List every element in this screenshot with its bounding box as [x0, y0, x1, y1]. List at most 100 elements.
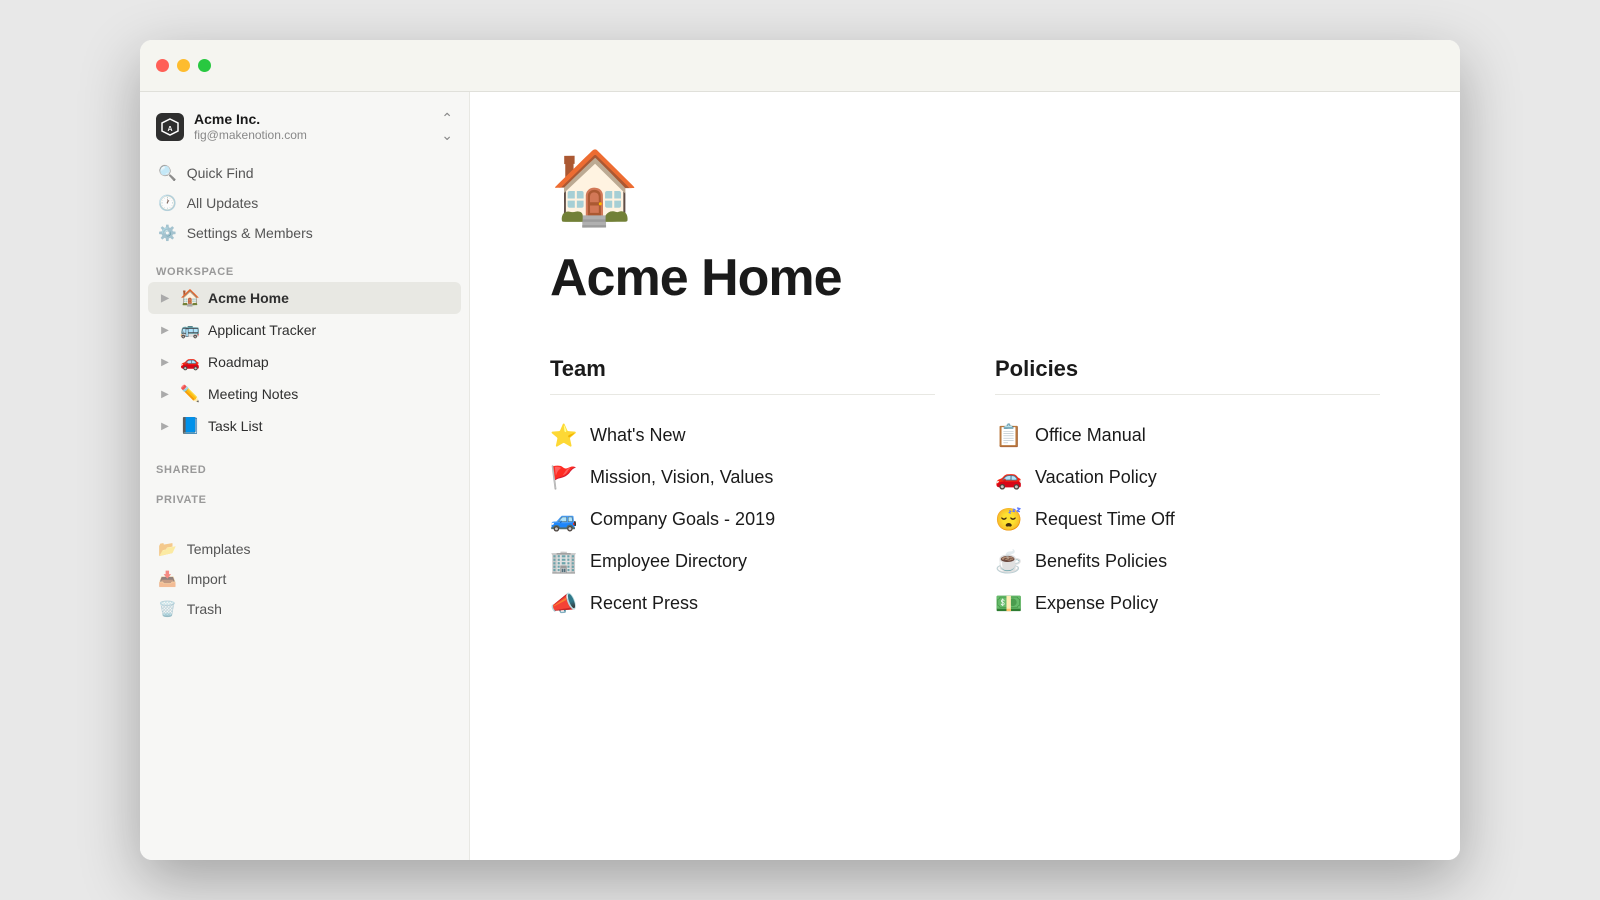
employee-directory-link[interactable]: 🏢 Employee Directory	[550, 541, 935, 583]
benefits-policies-label: Benefits Policies	[1035, 549, 1167, 574]
import-label: Import	[187, 571, 227, 587]
traffic-lights	[156, 59, 211, 72]
roadmap-icon: 🚗	[180, 352, 200, 372]
workspace-text: Acme Inc. fig@makenotion.com	[194, 110, 307, 144]
workspace-header: A Acme Inc. fig@makenotion.com ⌃⌄	[140, 92, 469, 158]
app-body: A Acme Inc. fig@makenotion.com ⌃⌄ 🔍 Quic…	[140, 92, 1460, 860]
recent-press-link[interactable]: 📣 Recent Press	[550, 583, 935, 625]
shared-section-label: SHARED	[140, 454, 469, 480]
policies-column: Policies 📋 Office Manual 🚗 Vacation Poli…	[995, 356, 1380, 625]
vacation-car-icon: 🚗	[995, 465, 1023, 491]
recent-press-label: Recent Press	[590, 591, 698, 616]
company-goals-label: Company Goals - 2019	[590, 507, 775, 532]
task-list-label: Task List	[208, 418, 451, 434]
all-updates-item[interactable]: 🕐 All Updates	[148, 188, 461, 218]
office-manual-label: Office Manual	[1035, 423, 1146, 448]
sidebar-item-meeting-notes[interactable]: ▶ ✏️ Meeting Notes	[148, 378, 461, 410]
quick-find-label: Quick Find	[187, 165, 254, 181]
car-icon: 🚙	[550, 507, 578, 533]
applicant-tracker-label: Applicant Tracker	[208, 322, 451, 338]
office-manual-link[interactable]: 📋 Office Manual	[995, 415, 1380, 457]
import-icon: 📥	[158, 570, 177, 588]
titlebar	[140, 40, 1460, 92]
flag-icon: 🚩	[550, 465, 578, 491]
workspace-info: A Acme Inc. fig@makenotion.com	[156, 110, 307, 144]
workspace-chevron-icon[interactable]: ⌃⌄	[441, 110, 453, 144]
team-header: Team	[550, 356, 935, 382]
trash-icon: 🗑️	[158, 600, 177, 618]
import-item[interactable]: 📥 Import	[148, 564, 461, 594]
templates-item[interactable]: 📂 Templates	[148, 534, 461, 564]
sidebar-item-applicant-tracker[interactable]: ▶ 🚌 Applicant Tracker	[148, 314, 461, 346]
sidebar-item-acme-home[interactable]: ▶ 🏠 Acme Home	[148, 282, 461, 314]
policies-header: Policies	[995, 356, 1380, 382]
nav-arrow-icon: ▶	[158, 389, 172, 400]
app-window: A Acme Inc. fig@makenotion.com ⌃⌄ 🔍 Quic…	[140, 40, 1460, 860]
benefits-policies-link[interactable]: ☕ Benefits Policies	[995, 541, 1380, 583]
page-icon: 🏠	[550, 152, 1380, 224]
notebook-icon: 📋	[995, 423, 1023, 449]
settings-label: Settings & Members	[187, 225, 313, 241]
money-icon: 💵	[995, 591, 1023, 617]
sidebar-nav: ▶ 🏠 Acme Home ▶ 🚌 Applicant Tracker ▶ 🚗 …	[140, 282, 469, 442]
office-icon: 🏢	[550, 549, 578, 575]
megaphone-icon: 📣	[550, 591, 578, 617]
star-icon: ⭐	[550, 423, 578, 449]
workspace-section-label: WORKSPACE	[140, 256, 469, 282]
coffee-icon: ☕	[995, 549, 1023, 575]
company-goals-link[interactable]: 🚙 Company Goals - 2019	[550, 499, 935, 541]
team-column: Team ⭐ What's New 🚩 Mission, Vision, Val…	[550, 356, 935, 625]
templates-icon: 📂	[158, 540, 177, 558]
nav-arrow-icon: ▶	[158, 421, 172, 432]
maximize-button[interactable]	[198, 59, 211, 72]
quick-find-item[interactable]: 🔍 Quick Find	[148, 158, 461, 188]
meeting-notes-label: Meeting Notes	[208, 386, 451, 402]
nav-arrow-icon: ▶	[158, 357, 172, 368]
meeting-notes-icon: ✏️	[180, 384, 200, 404]
workspace-name: Acme Inc.	[194, 110, 307, 128]
workspace-email: fig@makenotion.com	[194, 128, 307, 144]
task-list-icon: 📘	[180, 416, 200, 436]
trash-label: Trash	[187, 601, 222, 617]
gear-icon: ⚙️	[158, 224, 177, 242]
content-grid: Team ⭐ What's New 🚩 Mission, Vision, Val…	[550, 356, 1380, 625]
policies-divider	[995, 394, 1380, 395]
sidebar: A Acme Inc. fig@makenotion.com ⌃⌄ 🔍 Quic…	[140, 92, 470, 860]
nav-arrow-icon: ▶	[158, 293, 172, 304]
sidebar-item-task-list[interactable]: ▶ 📘 Task List	[148, 410, 461, 442]
minimize-button[interactable]	[177, 59, 190, 72]
private-section-label: PRIVATE	[140, 484, 469, 510]
expense-policy-link[interactable]: 💵 Expense Policy	[995, 583, 1380, 625]
applicant-tracker-icon: 🚌	[180, 320, 200, 340]
nav-arrow-icon: ▶	[158, 325, 172, 336]
page-title: Acme Home	[550, 248, 1380, 308]
expense-policy-label: Expense Policy	[1035, 591, 1158, 616]
sidebar-item-roadmap[interactable]: ▶ 🚗 Roadmap	[148, 346, 461, 378]
acme-home-label: Acme Home	[208, 290, 451, 306]
whats-new-link[interactable]: ⭐ What's New	[550, 415, 935, 457]
request-time-off-link[interactable]: 😴 Request Time Off	[995, 499, 1380, 541]
search-icon: 🔍	[158, 164, 177, 182]
mission-vision-link[interactable]: 🚩 Mission, Vision, Values	[550, 457, 935, 499]
close-button[interactable]	[156, 59, 169, 72]
all-updates-label: All Updates	[187, 195, 259, 211]
templates-label: Templates	[187, 541, 251, 557]
settings-item[interactable]: ⚙️ Settings & Members	[148, 218, 461, 248]
acme-home-icon: 🏠	[180, 288, 200, 308]
roadmap-label: Roadmap	[208, 354, 451, 370]
employee-directory-label: Employee Directory	[590, 549, 747, 574]
workspace-logo: A	[156, 113, 184, 141]
whats-new-label: What's New	[590, 423, 685, 448]
request-time-off-label: Request Time Off	[1035, 507, 1175, 532]
mission-vision-label: Mission, Vision, Values	[590, 465, 773, 490]
sidebar-bottom: 📂 Templates 📥 Import 🗑️ Trash	[140, 526, 469, 632]
clock-icon: 🕐	[158, 194, 177, 212]
vacation-policy-link[interactable]: 🚗 Vacation Policy	[995, 457, 1380, 499]
main-content: 🏠 Acme Home Team ⭐ What's New 🚩 Mission,…	[470, 92, 1460, 860]
trash-item[interactable]: 🗑️ Trash	[148, 594, 461, 624]
sidebar-actions: 🔍 Quick Find 🕐 All Updates ⚙️ Settings &…	[140, 158, 469, 256]
sleeping-icon: 😴	[995, 507, 1023, 533]
team-divider	[550, 394, 935, 395]
svg-text:A: A	[167, 126, 172, 133]
vacation-policy-label: Vacation Policy	[1035, 465, 1157, 490]
